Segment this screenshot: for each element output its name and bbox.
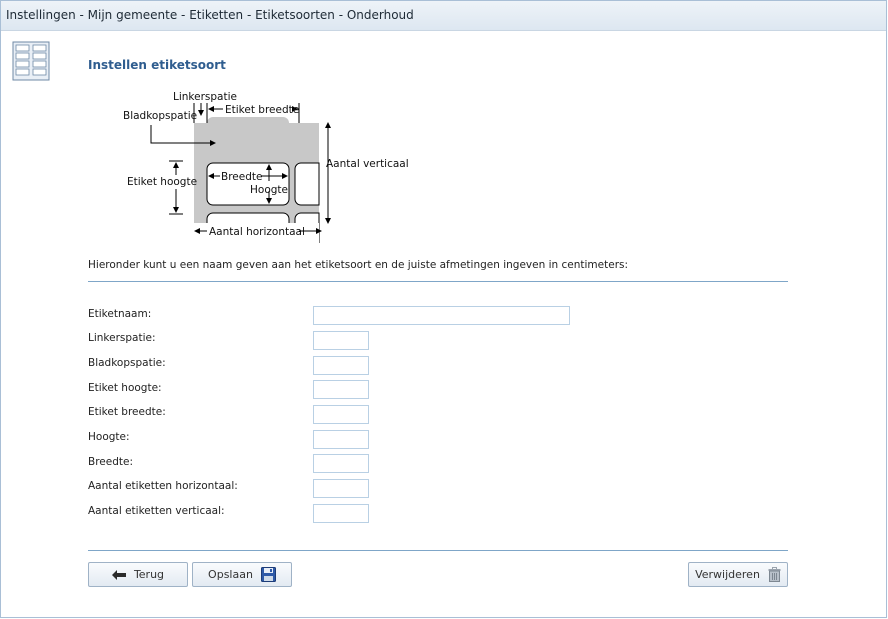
arrow-left-icon bbox=[111, 569, 126, 580]
diagram-label: Etiket breedte bbox=[225, 104, 299, 116]
label-shape bbox=[294, 162, 320, 206]
label-aantal-verticaal: Aantal etiketten verticaal: bbox=[88, 505, 225, 517]
hoogte-input[interactable] bbox=[313, 430, 369, 449]
intro-text: Hieronder kunt u een naam geven aan het … bbox=[88, 259, 629, 271]
breedte-input[interactable] bbox=[313, 454, 369, 473]
etiket-breedte-input[interactable] bbox=[313, 405, 369, 424]
floppy-disk-icon bbox=[260, 567, 276, 582]
bladkopspatie-input[interactable] bbox=[313, 356, 369, 375]
back-button-label: Terug bbox=[133, 568, 165, 581]
delete-button-label: Verwijderen bbox=[695, 568, 760, 581]
title-bar: Instellingen - Mijn gemeente - Etiketten… bbox=[1, 1, 886, 31]
trash-icon bbox=[768, 567, 781, 582]
diagram-label: Aantal horizontaal bbox=[209, 226, 305, 238]
dialog-window: Instellingen - Mijn gemeente - Etiketten… bbox=[0, 0, 887, 618]
diagram-label: Linkerspatie bbox=[173, 91, 237, 103]
label-sheet-icon bbox=[12, 41, 50, 81]
linkerspatie-input[interactable] bbox=[313, 331, 369, 350]
label-breedte: Breedte: bbox=[88, 456, 133, 468]
delete-button[interactable]: Verwijderen bbox=[688, 562, 788, 587]
divider bbox=[88, 281, 788, 282]
aantal-horizontaal-input[interactable] bbox=[313, 479, 369, 498]
back-button[interactable]: Terug bbox=[88, 562, 188, 587]
label-hoogte: Hoogte: bbox=[88, 431, 130, 443]
diagram-label: Breedte bbox=[221, 171, 262, 183]
label-etiket-breedte: Etiket breedte: bbox=[88, 406, 166, 418]
diagram-label: Bladkopspatie bbox=[123, 110, 197, 122]
save-button[interactable]: Opslaan bbox=[192, 562, 292, 587]
label-dimensions-diagram: Linkerspatie Etiket breedte Bladkopspati… bbox=[123, 91, 409, 243]
etiketnaam-input[interactable] bbox=[313, 306, 570, 325]
divider bbox=[88, 550, 788, 551]
label-aantal-horizontaal: Aantal etiketten horizontaal: bbox=[88, 480, 238, 492]
label-bladkopspatie: Bladkopspatie: bbox=[88, 357, 166, 369]
label-etiketnaam: Etiketnaam: bbox=[88, 308, 152, 320]
diagram-label: Etiket hoogte bbox=[127, 176, 197, 188]
diagram-label: Aantal verticaal bbox=[326, 158, 409, 170]
etiket-hoogte-input[interactable] bbox=[313, 380, 369, 399]
page-title: Instellen etiketsoort bbox=[88, 58, 226, 72]
aantal-verticaal-input[interactable] bbox=[313, 504, 369, 523]
save-button-label: Opslaan bbox=[208, 568, 253, 581]
label-etiket-hoogte: Etiket hoogte: bbox=[88, 382, 162, 394]
diagram-label: Hoogte bbox=[250, 184, 288, 196]
label-linkerspatie: Linkerspatie: bbox=[88, 332, 156, 344]
window-title: Instellingen - Mijn gemeente - Etiketten… bbox=[6, 8, 414, 22]
